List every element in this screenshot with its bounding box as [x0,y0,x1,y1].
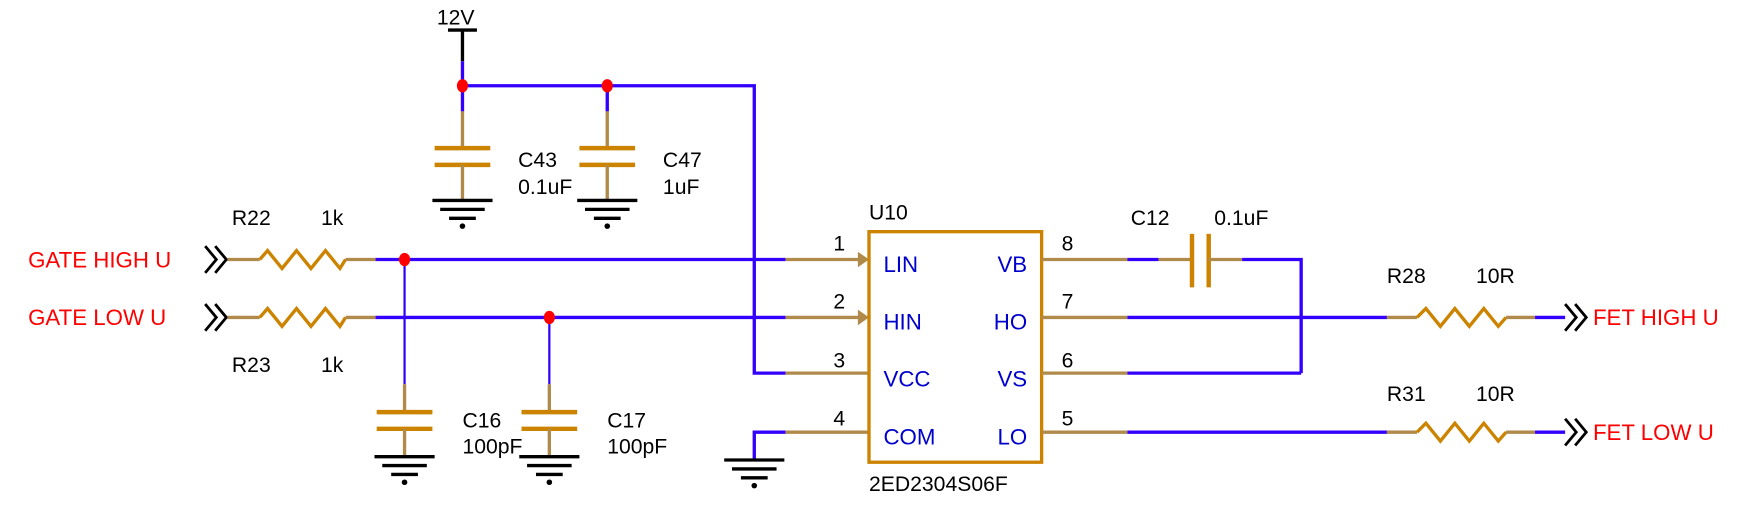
resistor-r28 [1415,305,1508,329]
ic-u10: U10 2ED2304S06F 1 2 3 4 LIN HIN VCC COM … [833,201,1073,496]
pin-name: VCC [883,366,930,391]
power-label: 12V [437,7,476,30]
r22-ref: R22 [232,207,271,230]
c16-ref: C16 [462,410,501,433]
com-ground [722,430,869,491]
pin-number: 4 [833,407,845,430]
capacitor-c43: C43 0.1uF [430,111,572,231]
ground-icon [372,454,437,487]
r31-value: 10R [1476,383,1515,406]
pin-number: 6 [1062,350,1074,373]
vcc-rail-wire [460,61,786,375]
pin-number: 5 [1062,407,1074,430]
net-label-gate-high: GATE HIGH U [28,247,171,272]
pin-number: 8 [1062,233,1074,256]
r23-ref: R23 [232,354,271,377]
port-chevron-icon [1563,417,1588,447]
capacitor-c17: C17 100pF [517,317,667,487]
fet-high-output: R28 10R FET HIGH U [1041,265,1719,333]
c47-value: 1uF [663,176,700,199]
pin-name: LIN [883,252,918,277]
ground-icon [517,454,582,487]
schematic: 12V C43 0.1uF C47 1uF GATE HIGH U R22 1k [28,7,1719,497]
resistor-r23 [258,305,347,330]
capacitor-c47: C47 1uF [575,111,702,231]
c43-value: 0.1uF [518,176,572,199]
pin-name: COM [883,424,935,449]
r28-value: 10R [1476,265,1515,288]
r22-value: 1k [321,207,344,230]
pin-number: 7 [1062,291,1074,314]
pin-name: LO [997,424,1027,449]
r28-ref: R28 [1387,265,1426,288]
net-label-fet-low: FET LOW U [1593,420,1714,445]
pin-name: VS [997,366,1027,391]
gate-low-input: GATE LOW U R23 1k [28,302,869,377]
c17-value: 100pF [607,435,667,458]
ground-icon [575,198,640,231]
port-chevron-icon [203,244,228,275]
ic-ref: U10 [869,201,908,224]
power-12v: 12V [437,7,477,62]
gate-high-input: GATE HIGH U R22 1k [28,207,869,275]
c12-value: 0.1uF [1214,207,1268,230]
net-label-gate-low: GATE LOW U [28,305,166,330]
c17-ref: C17 [607,410,646,433]
fet-low-output: R31 10R FET LOW U [1041,383,1714,447]
pin-number: 3 [833,350,845,373]
port-chevron-icon [1563,302,1588,333]
c16-value: 100pF [462,435,522,458]
c47-ref: C47 [663,149,702,172]
pin-number: 2 [833,291,845,314]
resistor-r22 [258,247,347,272]
capacitor-c16: C16 100pF [372,259,523,487]
ground-icon [722,458,787,491]
c12-ref: C12 [1131,207,1170,230]
ic-part: 2ED2304S06F [869,473,1008,496]
pin-number: 1 [833,233,845,256]
r31-ref: R31 [1387,383,1426,406]
pin-name: HO [994,310,1027,335]
net-label-fet-high: FET HIGH U [1593,305,1719,330]
port-chevron-icon [203,302,228,333]
pin-name: VB [997,252,1027,277]
resistor-r31 [1415,420,1508,444]
ground-icon [430,198,495,231]
c43-ref: C43 [518,149,557,172]
pin-name: HIN [883,310,921,335]
capacitor-c12: C12 0.1uF [1041,207,1303,374]
r23-value: 1k [321,354,344,377]
